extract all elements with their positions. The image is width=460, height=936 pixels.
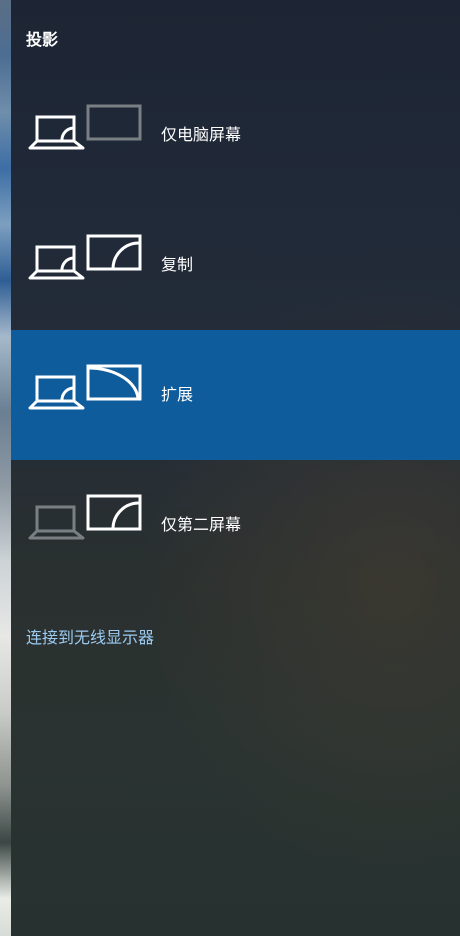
option-label: 扩展 [161, 385, 194, 404]
connect-wireless-display-link[interactable]: 连接到无线显示器 [26, 624, 154, 648]
duplicate-icon [28, 234, 142, 280]
second-screen-only-icon [28, 494, 142, 540]
pc-screen-only-icon [28, 104, 142, 150]
option-pc-screen-only[interactable]: 仅电脑屏幕 [11, 70, 460, 200]
option-second-screen-only[interactable]: 仅第二屏幕 [11, 460, 460, 590]
extend-icon [28, 364, 142, 410]
option-label: 仅电脑屏幕 [161, 125, 242, 144]
desktop-background-strip [0, 0, 11, 936]
project-panel: 投影 仅电脑屏幕 复制 扩展 仅第二屏幕 连接到无线显示器 [11, 0, 460, 936]
option-duplicate[interactable]: 复制 [11, 200, 460, 330]
option-extend[interactable]: 扩展 [11, 330, 460, 460]
panel-title: 投影 [26, 30, 59, 49]
option-label: 仅第二屏幕 [161, 515, 242, 534]
option-label: 复制 [161, 255, 194, 274]
